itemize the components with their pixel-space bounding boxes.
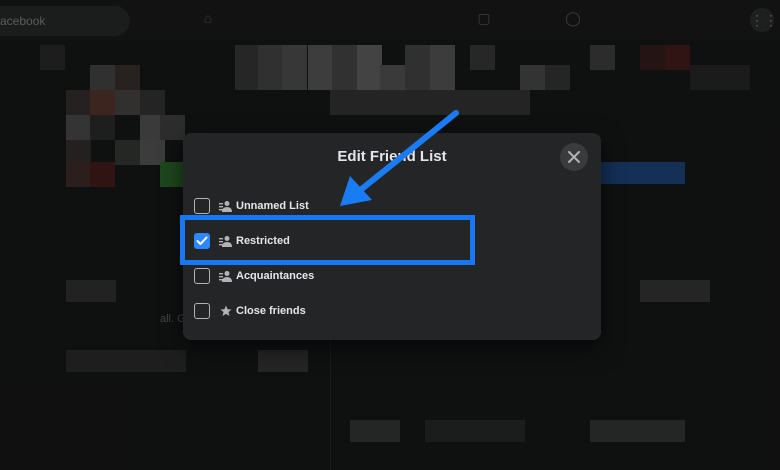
close-button[interactable] <box>560 143 588 171</box>
list-label: Close friends <box>236 305 306 317</box>
people-icon <box>219 235 233 247</box>
list-item-close-friends[interactable]: Close friends <box>194 299 306 323</box>
star-icon <box>219 305 233 317</box>
list-item-restricted[interactable]: Restricted <box>194 229 290 253</box>
people-icon <box>219 200 233 212</box>
list-item-acquaintances[interactable]: Acquaintances <box>194 264 314 288</box>
list-label: Unnamed List <box>236 200 309 212</box>
list-label: Acquaintances <box>236 270 315 282</box>
checkbox-restricted[interactable] <box>194 233 210 249</box>
checkbox-close-friends[interactable] <box>194 303 210 319</box>
list-label: Restricted <box>236 235 290 247</box>
close-icon <box>568 151 580 163</box>
checkbox-acquaintances[interactable] <box>194 268 210 284</box>
checkbox-unnamed-list[interactable] <box>194 198 210 214</box>
dialog-title: Edit Friend List <box>337 148 447 165</box>
list-item-unnamed-list[interactable]: Unnamed List <box>194 194 309 218</box>
edit-friend-list-dialog: Edit Friend List Unnamed List Restricted… <box>183 133 601 340</box>
checkmark-icon <box>196 236 208 245</box>
people-icon <box>219 270 233 282</box>
